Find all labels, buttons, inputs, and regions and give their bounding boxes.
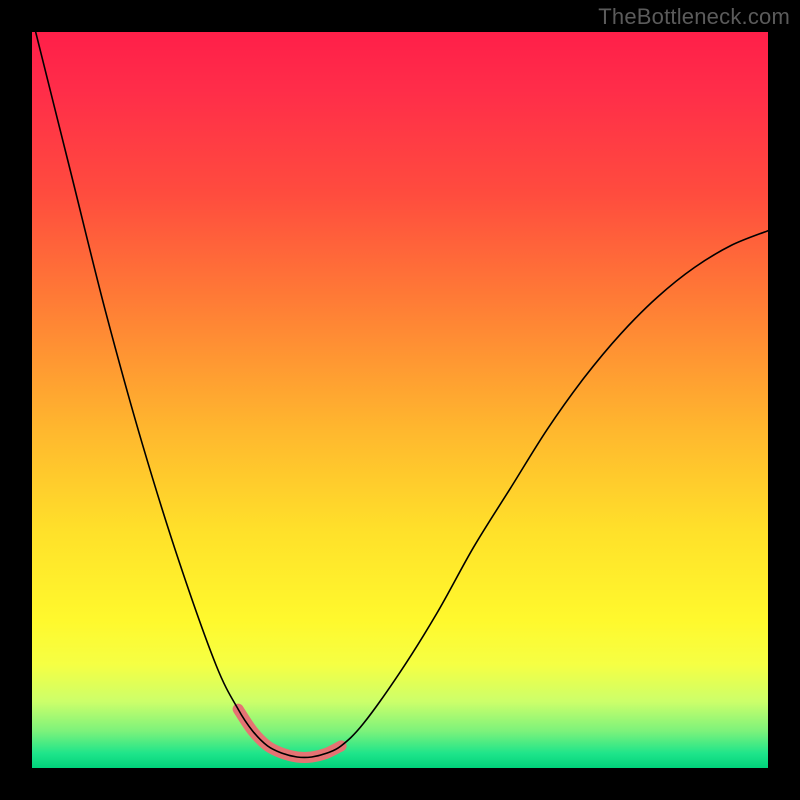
bottleneck-curve — [32, 32, 768, 757]
curve-layer — [32, 32, 768, 768]
watermark-text: TheBottleneck.com — [598, 4, 790, 30]
plot-area — [32, 32, 768, 768]
chart-frame: TheBottleneck.com — [0, 0, 800, 800]
